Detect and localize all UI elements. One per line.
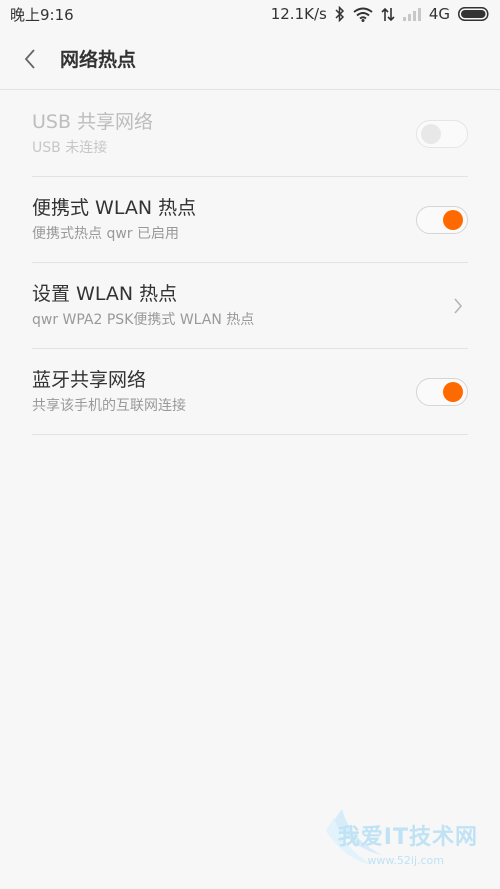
bluetooth-tethering-toggle[interactable] bbox=[416, 377, 468, 406]
usb-tethering-toggle[interactable] bbox=[416, 119, 468, 148]
battery-icon bbox=[458, 7, 490, 21]
toggle-knob bbox=[421, 123, 441, 144]
hotspot-settings-subtitle: qwr WPA2 PSK便携式 WLAN 热点 bbox=[32, 311, 255, 328]
signal-icon bbox=[402, 7, 421, 21]
hotspot-settings-row[interactable]: 设置 WLAN 热点 qwr WPA2 PSK便携式 WLAN 热点 bbox=[32, 263, 468, 349]
usb-tethering-row[interactable]: USB 共享网络 USB 未连接 bbox=[32, 91, 468, 177]
network-type: 4G bbox=[428, 5, 450, 23]
bluetooth-tethering-subtitle: 共享该手机的互联网连接 bbox=[32, 397, 186, 414]
watermark-url: www.52ij.com bbox=[367, 854, 444, 867]
bluetooth-icon bbox=[335, 6, 345, 22]
wifi-icon bbox=[353, 7, 373, 22]
network-speed: 12.1K/s bbox=[270, 5, 327, 23]
header: 网络热点 bbox=[0, 28, 500, 90]
usb-tethering-subtitle: USB 未连接 bbox=[32, 139, 108, 156]
watermark: 我爱IT技术网 www.52ij.com bbox=[272, 809, 492, 879]
data-transfer-icon bbox=[381, 7, 395, 22]
portable-hotspot-title: 便携式 WLAN 热点 bbox=[32, 196, 197, 219]
status-bar: 晚上9:16 12.1K/s 4G bbox=[0, 0, 500, 28]
usb-tethering-title: USB 共享网络 bbox=[32, 110, 154, 133]
portable-hotspot-subtitle: 便携式热点 qwr 已启用 bbox=[32, 225, 179, 242]
status-time: 晚上9:16 bbox=[10, 5, 74, 24]
portable-hotspot-text: 便携式 WLAN 热点 便携式热点 qwr 已启用 bbox=[32, 195, 196, 245]
hotspot-settings-text: 设置 WLAN 热点 qwr WPA2 PSK便携式 WLAN 热点 bbox=[32, 281, 254, 331]
bluetooth-tethering-text: 蓝牙共享网络 共享该手机的互联网连接 bbox=[32, 367, 186, 417]
back-arrow-icon bbox=[24, 48, 35, 69]
status-icons: 12.1K/s 4G bbox=[271, 5, 490, 23]
chevron-right-icon bbox=[448, 297, 468, 315]
page-title: 网络热点 bbox=[60, 49, 137, 71]
toggle-knob bbox=[443, 209, 463, 230]
settings-list: USB 共享网络 USB 未连接 便携式 WLAN 热点 便携式热点 qwr 已… bbox=[32, 91, 468, 435]
back-button[interactable] bbox=[0, 28, 60, 90]
portable-hotspot-toggle[interactable] bbox=[416, 205, 468, 234]
bluetooth-tethering-title: 蓝牙共享网络 bbox=[32, 368, 147, 391]
toggle-knob bbox=[443, 381, 463, 402]
hotspot-settings-title: 设置 WLAN 热点 bbox=[32, 282, 178, 305]
usb-tethering-text: USB 共享网络 USB 未连接 bbox=[32, 109, 153, 159]
watermark-text: 我爱IT技术网 bbox=[337, 825, 478, 850]
bluetooth-tethering-row[interactable]: 蓝牙共享网络 共享该手机的互联网连接 bbox=[32, 349, 468, 435]
portable-hotspot-row[interactable]: 便携式 WLAN 热点 便携式热点 qwr 已启用 bbox=[32, 177, 468, 263]
